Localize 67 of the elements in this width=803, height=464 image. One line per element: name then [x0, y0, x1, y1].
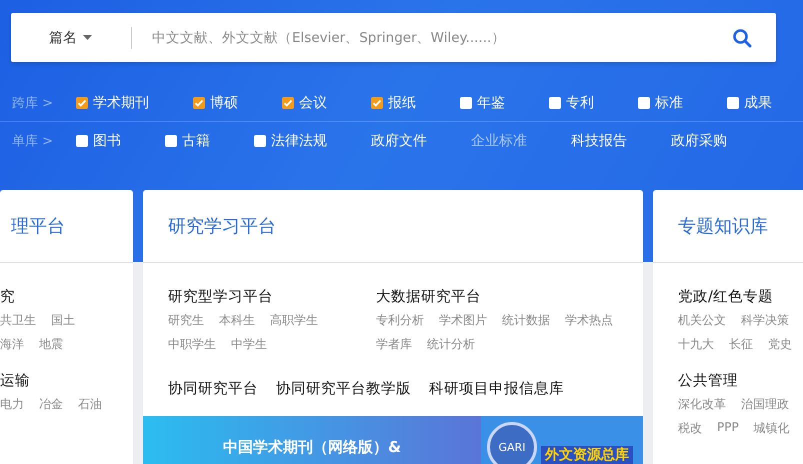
search-field[interactable]: 篇名 中文文献、外文文献（Elsevier、Springer、Wiley......） [11, 13, 776, 62]
section-title[interactable]: 究 [0, 287, 133, 306]
card-title: 研究学习平台 [143, 190, 643, 263]
topic-link[interactable]: 本科生 [219, 312, 255, 329]
database-checkbox[interactable]: 年鉴 [460, 94, 505, 112]
resource-banner[interactable]: GARI 外文资源总库 [481, 416, 643, 464]
filter-label: 单库 > [12, 132, 54, 150]
platform-link[interactable]: 协同研究平台教学版 [276, 379, 411, 398]
topic-link[interactable]: 共卫生 [0, 312, 36, 329]
card-title: 专题知识库 [653, 190, 803, 263]
database-checkbox[interactable]: 学术期刊 [76, 94, 149, 112]
field-select[interactable]: 篇名 [49, 28, 131, 46]
topic-link[interactable]: 学术热点 [565, 312, 613, 329]
database-checkbox[interactable]: 博硕 [193, 94, 238, 112]
database-link[interactable]: 政府采购 [671, 132, 727, 150]
section-title[interactable]: 大数据研究平台 [376, 287, 584, 306]
card-title: 理平台 [0, 190, 133, 263]
platform-link[interactable]: 协同研究平台 [168, 379, 258, 398]
topic-link[interactable]: 机关公文 [678, 312, 726, 329]
topic-link[interactable]: 电力 [0, 396, 24, 413]
database-link[interactable]: 企业标准 [471, 132, 527, 150]
topic-link[interactable]: 国土 [51, 312, 75, 329]
database-checkbox[interactable]: 专利 [549, 94, 594, 112]
search-icon [732, 28, 752, 48]
topic-link[interactable]: PPP [717, 420, 739, 437]
database-checkbox[interactable]: 会议 [282, 94, 327, 112]
topic-link[interactable]: 专利分析 [376, 312, 424, 329]
database-link[interactable]: 政府文件 [371, 132, 427, 150]
topic-link[interactable]: 石油 [78, 396, 102, 413]
topic-link[interactable]: 中职学生 [168, 336, 216, 353]
topic-link[interactable]: 长征 [729, 336, 753, 353]
filter-label: 跨库 > [12, 94, 54, 112]
banner-text: 中国学术期刊（网络版）& [222, 438, 402, 457]
section-title[interactable]: 党政/红色专题 [678, 287, 803, 306]
topic-link[interactable]: 税改 [678, 420, 702, 437]
topic-link[interactable]: 冶金 [39, 396, 63, 413]
caret-icon [83, 35, 92, 40]
topic-link[interactable]: 党史 [768, 336, 792, 353]
topic-link[interactable]: 高职学生 [270, 312, 318, 329]
topic-link[interactable]: 治国理政 [741, 396, 789, 413]
section-title[interactable]: 运输 [0, 371, 133, 390]
database-checkbox[interactable]: 图书 [76, 132, 121, 150]
section-title[interactable]: 研究型学习平台 [168, 287, 376, 306]
database-checkbox[interactable]: 标准 [638, 94, 683, 112]
database-checkbox[interactable]: 成果 [727, 94, 772, 112]
topic-link[interactable]: 学者库 [376, 336, 412, 353]
topic-link[interactable]: 科学决策 [741, 312, 789, 329]
section-title[interactable]: 公共管理 [678, 371, 803, 390]
topic-link[interactable]: 统计数据 [502, 312, 550, 329]
banner-text: 外文资源总库 [541, 446, 633, 464]
logo-badge: GARI [487, 422, 537, 464]
topic-link[interactable]: 统计分析 [427, 336, 475, 353]
topic-link[interactable]: 海洋 [0, 336, 24, 353]
topic-link[interactable]: 学术图片 [439, 312, 487, 329]
database-checkbox[interactable]: 法律法规 [254, 132, 327, 150]
search-button[interactable] [732, 28, 752, 48]
journal-banner[interactable]: 中国学术期刊（网络版）& [143, 416, 481, 464]
topic-link[interactable]: 中学生 [231, 336, 267, 353]
platform-link[interactable]: 科研项目申报信息库 [429, 379, 564, 398]
topic-link[interactable]: 深化改革 [678, 396, 726, 413]
topic-link[interactable]: 十九大 [678, 336, 714, 353]
topic-link[interactable]: 城镇化 [754, 420, 790, 437]
topic-link[interactable]: 地震 [39, 336, 63, 353]
database-link[interactable]: 科技报告 [571, 132, 627, 150]
database-checkbox[interactable]: 古籍 [165, 132, 210, 150]
database-checkbox[interactable]: 报纸 [371, 94, 416, 112]
topic-link[interactable]: 研究生 [168, 312, 204, 329]
